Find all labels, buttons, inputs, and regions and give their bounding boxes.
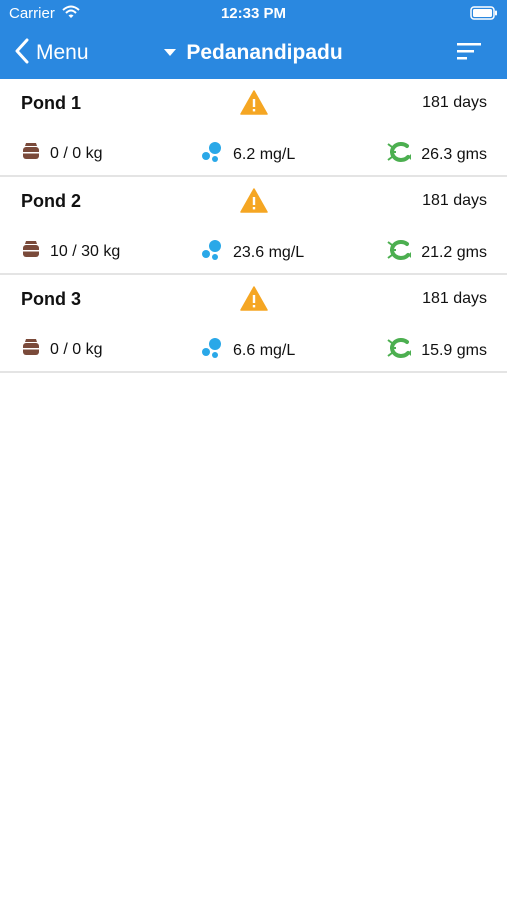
pond-row-stats: 0 / 0 kg 6.2 mg/L 26.3 gms (0, 127, 507, 175)
pond-row-header: Pond 2 181 days (0, 177, 507, 225)
pond-row[interactable]: Pond 1 181 days 0 / 0 kg 6.2 mg/L 26.3 g… (0, 79, 507, 177)
oxygen-value: 23.6 mg/L (233, 243, 305, 261)
oxygen-stat: 6.6 mg/L (200, 337, 295, 364)
oxygen-bubbles-icon (200, 141, 224, 168)
weight-stat: 21.2 gms (386, 239, 487, 266)
status-bar: Carrier 12:33 PM (0, 0, 507, 28)
feed-bag-icon (21, 141, 41, 166)
pond-name: Pond 3 (21, 289, 82, 309)
warning-triangle-icon (240, 286, 268, 316)
feed-value: 0 / 0 kg (50, 144, 103, 162)
days-count: 181 days (422, 192, 487, 209)
shrimp-icon (386, 141, 412, 168)
feed-value: 0 / 0 kg (50, 340, 103, 358)
sort-icon[interactable] (457, 42, 481, 65)
oxygen-stat: 23.6 mg/L (200, 239, 304, 266)
pond-name: Pond 1 (21, 93, 82, 113)
oxygen-stat: 6.2 mg/L (200, 141, 295, 168)
oxygen-value: 6.6 mg/L (233, 341, 296, 359)
oxygen-bubbles-icon (200, 239, 224, 266)
page-title: Pedanandipadu (186, 41, 343, 64)
weight-stat: 26.3 gms (386, 141, 487, 168)
caret-down-icon (164, 44, 177, 62)
oxygen-bubbles-icon (200, 337, 224, 364)
weight-value: 26.3 gms (421, 145, 487, 163)
weight-value: 21.2 gms (421, 243, 487, 261)
feed-stat: 0 / 0 kg (21, 141, 102, 166)
battery-icon (470, 6, 498, 25)
pond-name: Pond 2 (21, 191, 82, 211)
shrimp-icon (386, 239, 412, 266)
clock: 12:33 PM (220, 5, 287, 22)
oxygen-value: 6.2 mg/L (233, 145, 296, 163)
feed-value: 10 / 30 kg (50, 242, 121, 260)
feed-bag-icon (21, 239, 41, 264)
days-count: 181 days (422, 290, 487, 307)
warning-triangle-icon (240, 90, 268, 120)
warning-triangle-icon (240, 188, 268, 218)
navigation-bar: Menu Pedanandipadu (0, 28, 507, 79)
weight-stat: 15.9 gms (386, 337, 487, 364)
pond-row-header: Pond 3 181 days (0, 275, 507, 323)
shrimp-icon (386, 337, 412, 364)
farm-selector[interactable]: Pedanandipadu (0, 38, 507, 68)
feed-bag-icon (21, 337, 41, 362)
weight-value: 15.9 gms (421, 341, 487, 359)
app-header: Carrier 12:33 PM Menu Pedanandipadu (0, 0, 507, 79)
pond-list: Pond 1 181 days 0 / 0 kg 6.2 mg/L 26.3 g… (0, 79, 507, 373)
days-count: 181 days (422, 94, 487, 111)
feed-stat: 10 / 30 kg (21, 239, 120, 264)
feed-stat: 0 / 0 kg (21, 337, 102, 362)
pond-row-header: Pond 1 181 days (0, 79, 507, 127)
pond-row-stats: 10 / 30 kg 23.6 mg/L 21.2 gms (0, 225, 507, 273)
pond-row-stats: 0 / 0 kg 6.6 mg/L 15.9 gms (0, 323, 507, 371)
pond-row[interactable]: Pond 2 181 days 10 / 30 kg 23.6 mg/L 21.… (0, 177, 507, 275)
pond-row[interactable]: Pond 3 181 days 0 / 0 kg 6.6 mg/L 15.9 g… (0, 275, 507, 373)
